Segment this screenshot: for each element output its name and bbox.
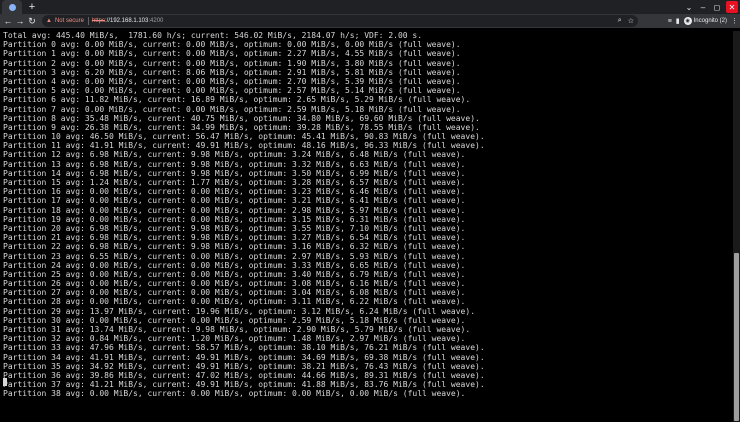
terminal-line: Partition 37 avg: 41.21 MiB/s, current: … [3,380,485,390]
terminal-line: Partition 6 avg: 11.82 MiB/s, current: 1… [3,95,471,105]
forward-icon[interactable]: → [14,14,26,28]
terminal-line: Partition 3 avg: 6.20 MiB/s, current: 8.… [3,67,461,77]
security-label[interactable]: Not secure [55,18,84,24]
terminal-line: Total avg: 445.40 MiB/s, 1781.60 h/s; cu… [3,31,423,40]
browser-toolbar: ← → ↻ ▲ Not secure https://192.168.1.103… [0,14,740,28]
bookmark-star-icon[interactable]: ☆ [628,17,634,25]
url-scheme: https [91,18,105,24]
address-bar[interactable]: ▲ Not secure https://192.168.1.103:4200 … [42,15,638,27]
close-icon[interactable]: ✕ [726,1,738,13]
terminal-line: Partition 25 avg: 0.00 MiB/s, current: 0… [3,269,466,279]
terminal-line: Partition 9 avg: 26.38 MiB/s, current: 3… [3,122,480,132]
tab-search-icon[interactable]: ⌄ [682,0,696,14]
terminal-line: Partition 8 avg: 35.48 MiB/s, current: 4… [3,113,480,123]
favicon-icon [8,3,16,11]
media-icon[interactable]: ≡ [668,18,672,25]
terminal-line: Partition 10 avg: 46.50 MiB/s, current: … [3,132,485,142]
terminal-line: Partition 17 avg: 0.00 MiB/s, current: 0… [3,196,466,206]
incognito-label: Incognito (2) [693,18,727,24]
terminal-line: Partition 34 avg: 41.91 MiB/s, current: … [3,352,485,362]
terminal-line: Partition 1 avg: 0.00 MiB/s, current: 0.… [3,49,461,59]
back-icon[interactable]: ← [2,14,14,28]
tab-active[interactable] [2,0,22,14]
omnibox-divider [87,17,89,25]
terminal-line: Partition 11 avg: 41.91 MiB/s, current: … [3,141,485,151]
terminal-line: Partition 5 avg: 0.00 MiB/s, current: 0.… [3,86,461,96]
url-host: ://192.168.1.103 [104,18,149,24]
terminal-line: Partition 13 avg: 6.98 MiB/s, current: 9… [3,159,466,169]
terminal-line: Partition 19 avg: 0.00 MiB/s, current: 0… [3,214,466,224]
terminal-line: Partition 14 avg: 6.98 MiB/s, current: 9… [3,168,466,178]
toolbar-right: ≡ ▮ ◉ Incognito (2) ⋮ [668,14,738,28]
menu-icon[interactable]: ⋮ [731,17,738,25]
terminal-line: Partition 33 avg: 47.96 MiB/s, current: … [3,343,485,353]
terminal-line: Partition 2 avg: 0.00 MiB/s, current: 0.… [3,58,461,68]
terminal-line: Partition 26 avg: 0.00 MiB/s, current: 0… [3,279,466,289]
terminal-line: Partition 12 avg: 6.98 MiB/s, current: 9… [3,150,466,160]
incognito-badge[interactable]: ◉ Incognito (2) [683,17,727,25]
omnibox-actions: ⌕ ☆ [618,15,634,27]
warning-icon: ▲ [46,18,52,24]
terminal-scrollbar[interactable] [733,31,740,422]
minimize-icon[interactable]: – [696,0,710,14]
terminal-line: Partition 15 avg: 1.24 MiB/s, current: 1… [3,178,466,187]
url-port: :4200 [148,18,164,24]
terminal-line: Partition 20 avg: 6.98 MiB/s, current: 9… [3,223,466,233]
incognito-icon: ◉ [683,17,692,25]
terminal-line: Partition 38 avg: 0.00 MiB/s, current: 0… [3,389,466,399]
terminal-line: Partition 30 avg: 0.00 MiB/s, current: 0… [3,315,466,325]
terminal-line: Partition 31 avg: 13.74 MiB/s, current: … [3,325,471,334]
terminal-line: Partition 35 avg: 34.92 MiB/s, current: … [3,361,485,371]
terminal-line: Partition 22 avg: 6.98 MiB/s, current: 9… [3,242,466,252]
reload-icon[interactable]: ↻ [26,14,38,28]
terminal-line: Partition 36 avg: 39.86 MiB/s, current: … [3,370,485,380]
terminal-line: Partition 4 avg: 0.00 MiB/s, current: 0.… [3,76,461,86]
terminal-line: Partition 18 avg: 0.00 MiB/s, current: 0… [3,205,466,215]
zoom-icon[interactable]: ⌕ [618,17,622,25]
terminal-line: Partition 24 avg: 0.00 MiB/s, current: 0… [3,260,466,270]
terminal-line: Partition 29 avg: 13.97 MiB/s, current: … [3,306,476,316]
terminal-line: Partition 0 avg: 0.00 MiB/s, current: 0.… [3,40,461,50]
terminal-cursor [3,378,7,386]
terminal-line: Partition 32 avg: 0.84 MiB/s, current: 1… [3,334,466,344]
side-panel-icon[interactable]: ▮ [676,17,680,25]
terminal-line: Partition 7 avg: 0.00 MiB/s, current: 0.… [3,104,461,114]
terminal-line: Partition 16 avg: 0.00 MiB/s, current: 0… [3,187,466,197]
tab-strip: + ⌄ – ◻ ✕ [0,0,740,14]
new-tab-button[interactable]: + [25,0,39,14]
terminal-line: Partition 21 avg: 6.98 MiB/s, current: 9… [3,233,466,243]
restore-icon[interactable]: ◻ [710,0,724,14]
terminal-line: Partition 27 avg: 0.00 MiB/s, current: 0… [3,288,466,298]
window-controls: ⌄ – ◻ ✕ [682,0,740,14]
terminal-line: Partition 23 avg: 6.55 MiB/s, current: 0… [3,251,466,261]
terminal-line: Partition 28 avg: 0.00 MiB/s, current: 0… [3,297,466,307]
terminal-output[interactable]: Total avg: 445.40 MiB/s, 1781.60 h/s; cu… [0,31,733,422]
scrollbar-thumb[interactable] [734,253,739,421]
